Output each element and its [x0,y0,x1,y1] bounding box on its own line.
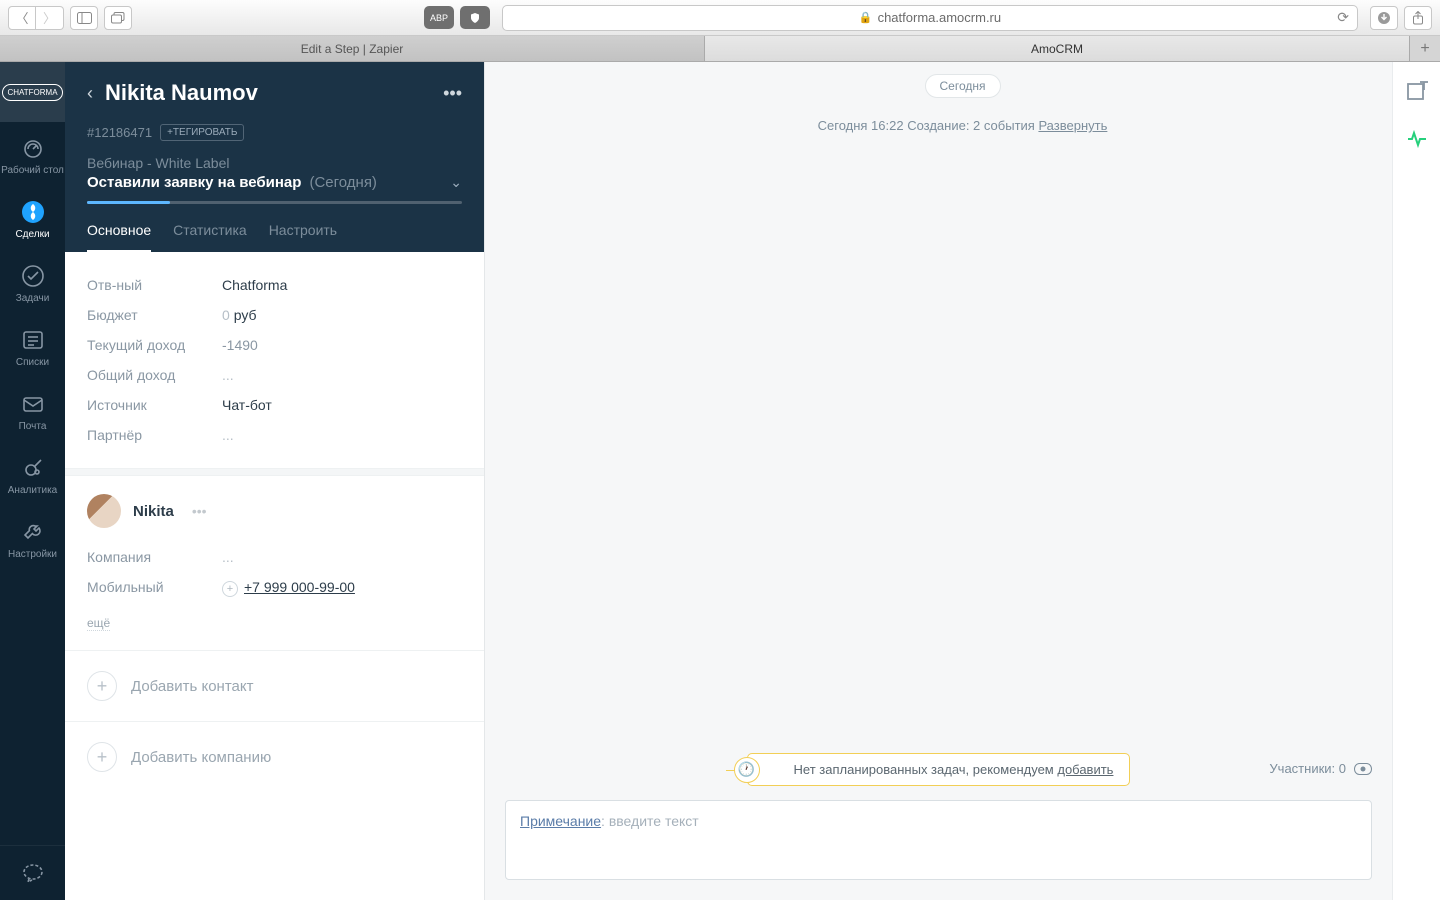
logo[interactable]: CHATFORMA [0,62,65,122]
field-label: Источник [87,397,222,413]
plus-icon: + [87,742,117,772]
mail-icon [20,391,46,417]
responsible-value[interactable]: Chatforma [222,277,287,293]
nav-chat[interactable] [0,845,65,900]
lead-header: ‹ Nikita Naumov ••• #12186471 +ТЕГИРОВАТ… [65,62,484,252]
browser-tab-amocrm[interactable]: AmoCRM [705,36,1410,61]
tabs-overview[interactable] [104,6,132,30]
lead-name[interactable]: Nikita Naumov [105,80,431,106]
nav-desktop[interactable]: Рабочий стол [0,122,65,186]
field-label: Партнёр [87,427,222,443]
field-label: Отв-ный [87,277,222,293]
deals-icon [20,199,46,225]
add-company[interactable]: + Добавить компанию [65,721,484,792]
contact-section: Nikita ••• Компания... Мобильный++7 999 … [65,476,484,650]
list-icon [20,327,46,353]
field-label: Текущий доход [87,337,222,353]
tag-button[interactable]: +ТЕГИРОВАТЬ [160,124,244,141]
plus-icon: + [87,671,117,701]
partner-value[interactable]: ... [222,427,234,443]
nav-mail[interactable]: Почта [0,378,65,442]
tab-setup[interactable]: Настроить [269,222,337,252]
new-note-icon[interactable] [1406,80,1428,102]
add-phone-icon[interactable]: + [222,581,238,597]
new-tab-button[interactable]: + [1410,36,1440,61]
clock-icon: 🕐 [734,757,760,783]
contact-menu[interactable]: ••• [192,503,207,519]
nav-analytics[interactable]: Аналитика [0,442,65,506]
forward-button[interactable]: 〉 [36,6,64,30]
back-button[interactable]: 〈 [8,6,36,30]
field-label: Мобильный [87,579,222,597]
add-contact[interactable]: + Добавить контакт [65,650,484,721]
abp-extension-icon[interactable]: ABP [424,6,454,29]
stage-progress [87,201,462,204]
field-label: Бюджет [87,307,222,323]
total-income-value[interactable]: ... [222,367,234,383]
expand-link[interactable]: Развернуть [1038,118,1107,133]
reload-icon[interactable]: ⟳ [1337,9,1349,26]
feed-event: Сегодня 16:22 Создание: 2 события Развер… [485,118,1440,133]
tab-main[interactable]: Основное [87,222,151,252]
app-nav: CHATFORMA Рабочий стол Сделки Задачи Спи… [0,62,65,900]
company-value[interactable]: ... [222,549,234,565]
date-pill: Сегодня [925,74,1001,98]
analytics-icon [20,455,46,481]
note-placeholder: введите текст [609,813,699,829]
browser-tab-zapier[interactable]: Edit a Step | Zapier [0,36,705,61]
url-text: chatforma.amocrm.ru [878,10,1002,25]
note-input[interactable]: Примечание: введите текст [505,800,1372,880]
downloads-button[interactable] [1370,6,1398,30]
mobile-value[interactable]: ++7 999 000-99-00 [222,579,355,597]
field-label: Компания [87,549,222,565]
source-value[interactable]: Чат-бот [222,397,272,413]
nav-deals[interactable]: Сделки [0,186,65,250]
add-task-link[interactable]: добавить [1057,762,1113,777]
address-bar[interactable]: 🔒 chatforma.amocrm.ru ⟳ [502,5,1358,31]
note-type-select[interactable]: Примечание [520,813,601,829]
lock-icon: 🔒 [859,11,873,24]
show-more[interactable]: ещё [87,616,110,631]
activity-icon[interactable] [1406,128,1428,150]
current-income-value[interactable]: -1490 [222,337,258,353]
lead-menu[interactable]: ••• [443,83,462,104]
stage-selector[interactable]: Оставили заявку на вебинар (Сегодня) ⌄ [87,174,462,191]
chevron-down-icon: ⌄ [450,174,462,191]
stage-when: (Сегодня) [309,174,376,191]
budget-value[interactable]: 0 руб [222,307,257,323]
check-circle-icon [20,263,46,289]
share-button[interactable] [1404,6,1432,30]
right-rail [1392,62,1440,900]
back-arrow[interactable]: ‹ [87,83,93,104]
lead-panel: ‹ Nikita Naumov ••• #12186471 +ТЕГИРОВАТ… [65,62,485,900]
pipeline-name: Вебинар - White Label [87,155,462,171]
browser-toolbar: 〈 〉 ABP 🔒 chatforma.amocrm.ru ⟳ [0,0,1440,36]
shield-extension-icon[interactable] [460,6,490,29]
task-banner: 🕐 Нет запланированных задач, рекомендуем… [505,753,1372,786]
gauge-icon [20,135,46,161]
sidebar-toggle[interactable] [70,6,98,30]
lead-fields: Отв-ныйChatforma Бюджет0 руб Текущий дох… [65,252,484,468]
nav-tasks[interactable]: Задачи [0,250,65,314]
stage-name: Оставили заявку на вебинар [87,174,301,191]
field-label: Общий доход [87,367,222,383]
tab-stats[interactable]: Статистика [173,222,247,252]
contact-name[interactable]: Nikita [133,503,174,520]
avatar[interactable] [87,494,121,528]
lead-id: #12186471 [87,125,152,140]
feed-area: Сегодня Сегодня 16:22 Создание: 2 событи… [485,62,1440,900]
wrench-icon [20,519,46,545]
browser-tabs: Edit a Step | Zapier AmoCRM + [0,36,1440,62]
nav-settings[interactable]: Настройки [0,506,65,570]
nav-lists[interactable]: Списки [0,314,65,378]
